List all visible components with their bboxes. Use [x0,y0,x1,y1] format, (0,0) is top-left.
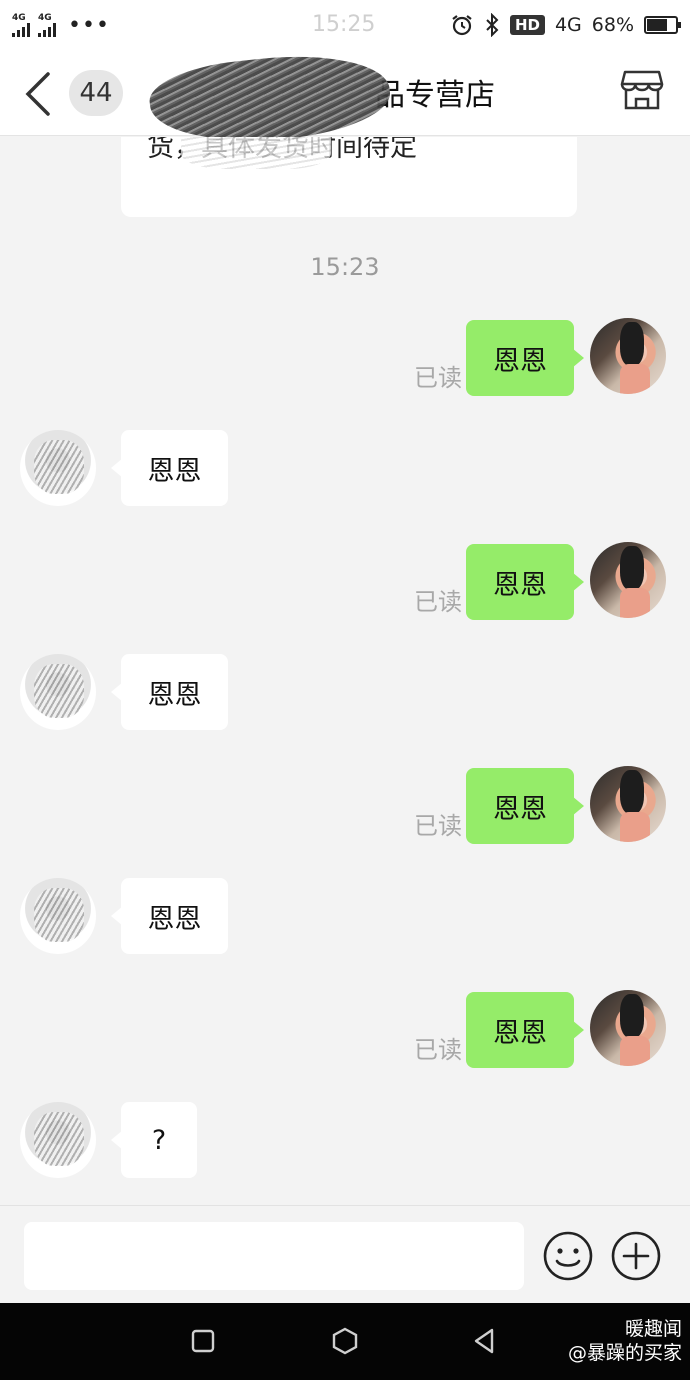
read-receipt: 已读 [414,1036,462,1064]
bluetooth-icon [486,13,499,37]
watermark-line1: 暖趣闻 [624,1318,682,1340]
store-icon[interactable] [620,68,664,112]
unread-count-badge[interactable]: 44 [69,70,123,116]
message-row-outgoing: 已读 恩恩 [0,318,690,398]
read-receipt: 已读 [414,364,462,392]
alarm-icon [452,15,472,36]
status-right-group: HD 4G 68% [450,0,681,50]
redaction-scribble [181,137,331,169]
shop-avatar[interactable] [20,654,96,730]
incoming-message-bubble[interactable]: 恩恩 [111,654,228,730]
outgoing-message-bubble[interactable]: 恩恩 [466,320,584,396]
battery-percent: 68% [591,14,634,36]
shop-avatar[interactable] [20,878,96,954]
system-nav-bar: 暖趣闻 @暴躁的买家 [0,1303,690,1380]
status-time: 15:25 [312,12,376,37]
my-avatar[interactable] [590,766,666,842]
home-nav-icon[interactable] [330,1326,360,1356]
message-row-outgoing: 已读 恩恩 [0,542,690,622]
battery-icon [644,16,681,34]
incoming-message-bubble[interactable]: 恩恩 [111,878,228,954]
previous-message-bubble: 货，具体发货时间待定 [121,137,577,217]
plus-icon[interactable] [610,1230,662,1282]
my-avatar[interactable] [590,990,666,1066]
chat-header: 44 品专营店 [0,45,690,153]
incoming-message-bubble[interactable]: ? [111,1102,197,1178]
back-nav-icon[interactable] [470,1326,500,1356]
message-timestamp: 15:23 [310,253,380,281]
emoji-icon[interactable] [542,1230,594,1282]
message-input[interactable] [24,1222,524,1290]
shop-avatar[interactable] [20,1102,96,1178]
my-avatar[interactable] [590,542,666,618]
outgoing-message-bubble[interactable]: 恩恩 [466,992,584,1068]
shop-avatar[interactable] [20,430,96,506]
weibo-watermark: 暖趣闻 @暴躁的买家 [568,1317,682,1365]
message-row-incoming: 恩恩 [0,654,690,734]
network-type: 4G [554,14,582,36]
watermark-line2: @暴躁的买家 [567,1342,682,1364]
my-avatar[interactable] [590,318,666,394]
read-receipt: 已读 [414,588,462,616]
message-row-outgoing: 已读 恩恩 [0,766,690,846]
shop-title-text: 品专营店 [375,78,495,113]
hd-badge: HD [509,15,545,35]
more-notifications-icon: ••• [68,12,110,38]
message-row-incoming: 恩恩 [0,430,690,510]
chat-messages[interactable]: 货，具体发货时间待定 15:23 已读 恩恩 恩恩 已读 恩恩 恩恩 已读 恩恩… [0,137,690,1205]
outgoing-message-bubble[interactable]: 恩恩 [466,768,584,844]
message-row-incoming: 恩恩 [0,878,690,958]
incoming-message-bubble[interactable]: 恩恩 [111,430,228,506]
status-bar: 4G 4G ••• 15:25 HD 4G 68% [0,0,690,50]
back-button[interactable] [18,68,58,120]
battery-level [647,19,668,31]
sim1-label: 4G [12,12,26,23]
signal-icon-sim1: 4G [12,12,30,37]
sim2-label: 4G [38,12,52,23]
recents-nav-icon[interactable] [188,1326,218,1356]
read-receipt: 已读 [414,812,462,840]
message-row-incoming: ? [0,1102,690,1182]
signal-icon-sim2: 4G [38,12,56,37]
outgoing-message-bubble[interactable]: 恩恩 [466,544,584,620]
message-input-bar [0,1205,690,1303]
status-left-group: 4G 4G ••• [12,13,110,38]
message-row-outgoing: 已读 恩恩 [0,990,690,1070]
